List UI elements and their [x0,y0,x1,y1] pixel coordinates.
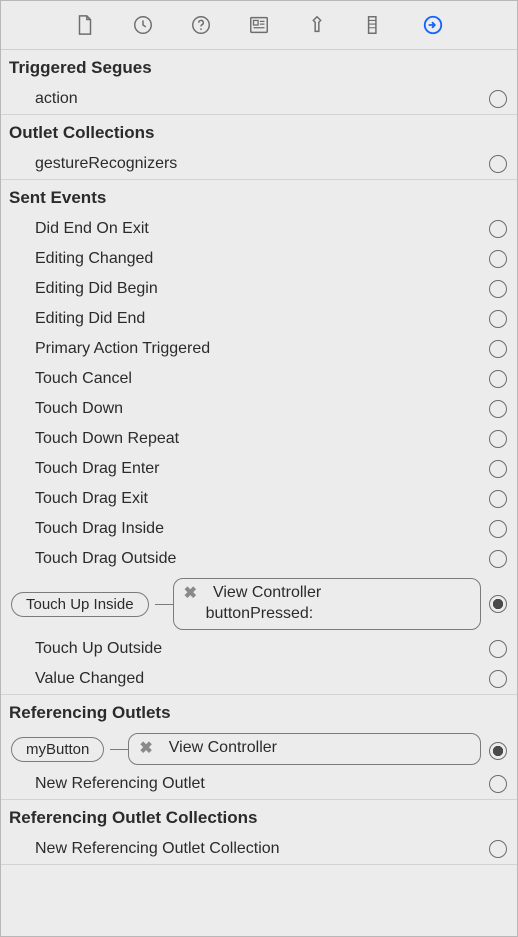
sent-event-row[interactable]: Editing Did End [1,304,517,334]
row-label: Editing Did End [35,310,481,328]
sent-event-row[interactable]: Primary Action Triggered [1,334,517,364]
row-label: Touch Cancel [35,370,481,388]
event-pill-touch-up-inside[interactable]: Touch Up Inside [11,592,149,617]
connection-well-filled[interactable] [489,742,507,760]
row-label: gestureRecognizers [35,155,481,173]
connection-well[interactable] [489,490,507,508]
sent-event-row[interactable]: Touch Drag Outside [1,544,517,574]
row-label: Editing Did Begin [35,280,481,298]
sent-event-row[interactable]: Touch Up Outside [1,634,517,664]
connections-icon [422,14,444,36]
connection-well[interactable] [489,550,507,568]
connection-target: View Controller [169,739,277,757]
referencing-outlet-row-mybutton[interactable]: myButton ✖ View Controller [1,729,517,769]
row-label: Did End On Exit [35,220,481,238]
row-label: New Referencing Outlet Collection [35,840,481,858]
size-icon [364,14,386,36]
sent-event-row[interactable]: Touch Drag Inside [1,514,517,544]
sent-event-row[interactable]: Touch Drag Enter [1,454,517,484]
connection-well[interactable] [489,370,507,388]
connector-line [155,604,173,605]
inspector-tab-bar [1,1,517,50]
connection-well[interactable] [489,775,507,793]
file-inspector-tab[interactable] [71,11,99,39]
row-label: action [35,90,481,108]
file-icon [74,14,96,36]
sent-event-row[interactable]: Editing Did Begin [1,274,517,304]
connection-well[interactable] [489,460,507,478]
sent-event-row-touch-up-inside[interactable]: Touch Up Inside ✖ View Controller button… [1,574,517,634]
connection-well[interactable] [489,155,507,173]
connection-target: View Controller [213,584,321,602]
section-title: Triggered Segues [1,50,517,84]
remove-connection-icon[interactable]: ✖ [184,583,203,603]
row-label: Touch Drag Inside [35,520,481,538]
section-title: Referencing Outlets [1,695,517,729]
section-title: Sent Events [1,180,517,214]
section-sent-events: Sent Events Did End On Exit Editing Chan… [1,180,517,695]
section-title: Outlet Collections [1,115,517,149]
connection-well[interactable] [489,670,507,688]
remove-connection-icon[interactable]: ✖ [139,738,158,758]
outlet-collection-row-gesture-recognizers[interactable]: gestureRecognizers [1,149,517,179]
row-label: Editing Changed [35,250,481,268]
sent-event-row[interactable]: Touch Drag Exit [1,484,517,514]
size-inspector-tab[interactable] [361,11,389,39]
connection-well[interactable] [489,840,507,858]
row-label: Touch Drag Enter [35,460,481,478]
connection-well[interactable] [489,340,507,358]
section-triggered-segues: Triggered Segues action [1,50,517,115]
sent-event-row[interactable]: Touch Down Repeat [1,424,517,454]
connection-selector: buttonPressed: [184,605,470,623]
sent-event-row[interactable]: Value Changed [1,664,517,694]
sent-event-row[interactable]: Did End On Exit [1,214,517,244]
connection-target-box[interactable]: ✖ View Controller [128,733,481,765]
section-title: Referencing Outlet Collections [1,800,517,834]
attributes-icon [306,14,328,36]
connections-inspector-tab[interactable] [419,11,447,39]
connection-well[interactable] [489,280,507,298]
connection-well[interactable] [489,250,507,268]
connection-well[interactable] [489,90,507,108]
connection-well-filled[interactable] [489,595,507,613]
row-label: Primary Action Triggered [35,340,481,358]
connector-line [110,749,128,750]
referencing-outlet-collection-row-new[interactable]: New Referencing Outlet Collection [1,834,517,864]
connection-well[interactable] [489,430,507,448]
help-inspector-tab[interactable] [187,11,215,39]
row-label: Value Changed [35,670,481,688]
connection-well[interactable] [489,220,507,238]
sent-event-row[interactable]: Touch Cancel [1,364,517,394]
identity-icon [248,14,270,36]
sent-event-row[interactable]: Touch Down [1,394,517,424]
row-label: Touch Down [35,400,481,418]
help-icon [190,14,212,36]
connection-well[interactable] [489,640,507,658]
identity-inspector-tab[interactable] [245,11,273,39]
connection-well[interactable] [489,400,507,418]
section-outlet-collections: Outlet Collections gestureRecognizers [1,115,517,180]
history-inspector-tab[interactable] [129,11,157,39]
connection-target-box[interactable]: ✖ View Controller buttonPressed: [173,578,481,630]
history-icon [132,14,154,36]
row-label: Touch Drag Exit [35,490,481,508]
row-label: Touch Down Repeat [35,430,481,448]
sent-event-row[interactable]: Editing Changed [1,244,517,274]
row-label: Touch Drag Outside [35,550,481,568]
attributes-inspector-tab[interactable] [303,11,331,39]
section-referencing-outlets: Referencing Outlets myButton ✖ View Cont… [1,695,517,800]
section-referencing-outlet-collections: Referencing Outlet Collections New Refer… [1,800,517,865]
outlet-pill-mybutton[interactable]: myButton [11,737,104,762]
segue-row-action[interactable]: action [1,84,517,114]
referencing-outlet-row-new[interactable]: New Referencing Outlet [1,769,517,799]
connection-well[interactable] [489,520,507,538]
connection-well[interactable] [489,310,507,328]
row-label: New Referencing Outlet [35,775,481,793]
row-label: Touch Up Outside [35,640,481,658]
